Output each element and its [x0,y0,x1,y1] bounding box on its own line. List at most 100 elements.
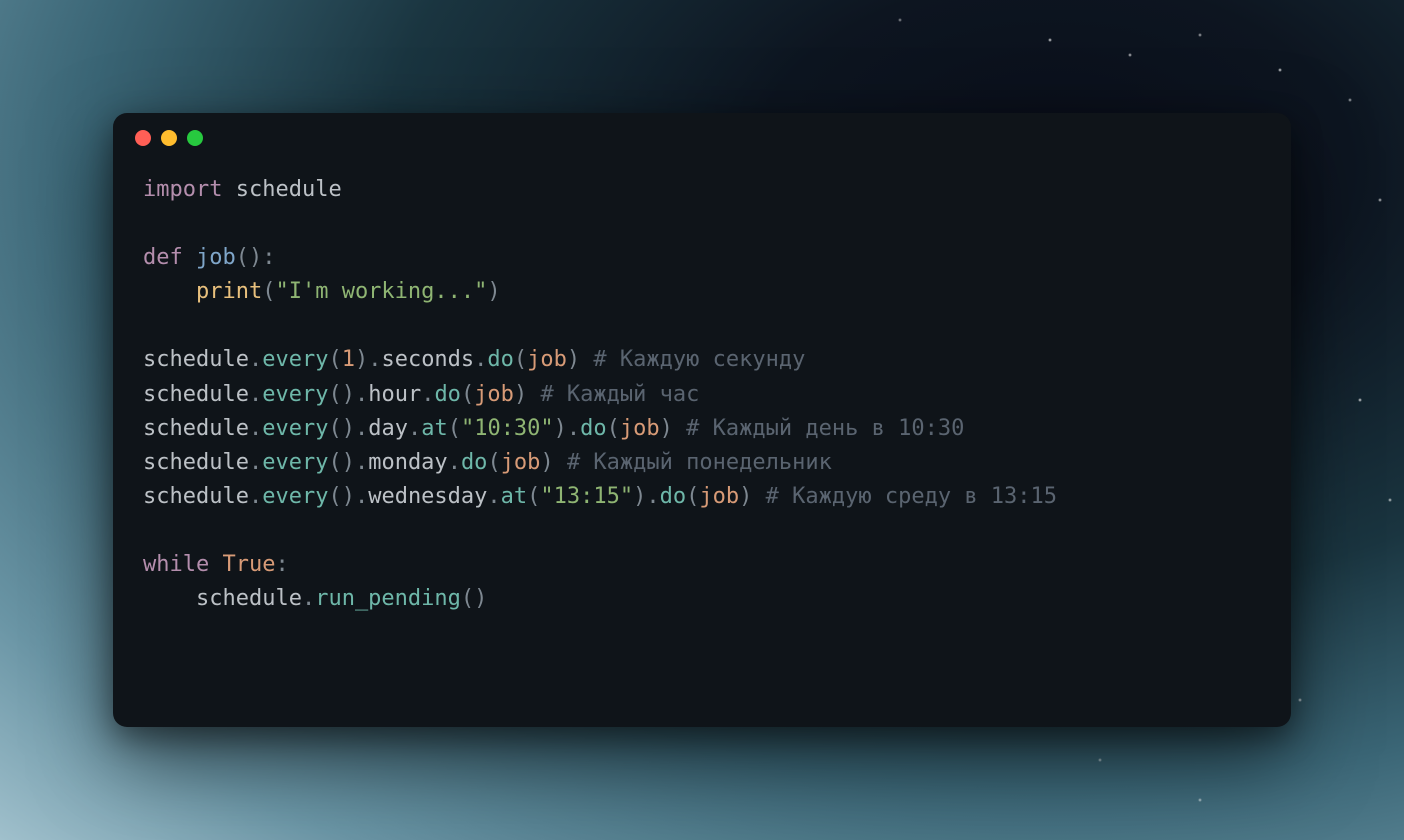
code-token-punct: . [355,382,368,407]
code-token-punct: . [487,484,500,509]
code-token-punct: ( [686,484,699,509]
code-token-call: at [501,484,528,509]
maximize-icon[interactable] [187,130,203,146]
code-token-punct: ( [328,484,341,509]
code-token-call: every [262,450,328,475]
code-token-ident: schedule [236,177,342,202]
code-token-call: every [262,347,328,372]
code-token-punct: . [249,450,262,475]
code-token-string: "I'm working..." [275,279,487,304]
code-token-keyword: import [143,177,222,202]
code-token-punct: ) [567,347,580,372]
code-token-punct: ( [607,416,620,441]
code-token-punct: ( [236,245,249,270]
code-token-punct: ) [739,484,752,509]
code-token-comment: # Каждую среду в 13:15 [766,484,1057,509]
code-token-call: do [461,450,488,475]
code-token-ident: schedule [196,586,302,611]
code-token-punct: . [302,586,315,611]
code-token-punct: ) [660,416,673,441]
titlebar [113,113,1291,163]
code-token-punct: ) [342,484,355,509]
code-token-punct: . [567,416,580,441]
code-token-punct: ) [540,450,553,475]
code-token-comment: # Каждую секунду [593,347,805,372]
code-token-punct: ) [474,586,487,611]
code-token-punct: ( [448,416,461,441]
code-token-punct: . [355,450,368,475]
code-token-ident: schedule [143,416,249,441]
code-token-punct: . [474,347,487,372]
code-token-deffn: job [196,245,236,270]
code-window: import schedule def job(): print("I'm wo… [113,113,1291,727]
code-token-punct: . [448,450,461,475]
code-token-ident: schedule [143,450,249,475]
close-icon[interactable] [135,130,151,146]
code-token-punct: : [262,245,275,270]
code-token-punct: ) [633,484,646,509]
code-token-call: do [434,382,461,407]
code-token-punct: ) [514,382,527,407]
code-token-punct: ( [328,347,341,372]
code-token-param: job [527,347,567,372]
code-token-ident: monday [368,450,447,475]
code-token-punct: ) [342,416,355,441]
code-token-string: "13:15" [540,484,633,509]
code-token-punct: ( [527,484,540,509]
code-token-number: 1 [342,347,355,372]
code-token-param: job [474,382,514,407]
code-token-keyword: while [143,552,209,577]
code-block: import schedule def job(): print("I'm wo… [113,163,1291,646]
code-token-string: "10:30" [461,416,554,441]
code-token-punct: ) [554,416,567,441]
code-token-comment: # Каждый понедельник [567,450,832,475]
code-token-call: every [262,416,328,441]
code-token-punct: : [275,552,288,577]
code-token-punct: ( [328,416,341,441]
code-token-ident: schedule [143,382,249,407]
code-token-punct: ( [461,586,474,611]
code-token-call: at [421,416,448,441]
code-token-punct: . [249,416,262,441]
code-token-call: every [262,484,328,509]
code-token-punct: . [368,347,381,372]
code-token-punct: . [249,382,262,407]
code-token-call: do [580,416,607,441]
code-token-punct: ( [328,450,341,475]
code-token-punct: ( [514,347,527,372]
code-token-param: job [699,484,739,509]
code-token-ident: hour [368,382,421,407]
code-token-builtin: print [196,279,262,304]
code-token-ident: schedule [143,484,249,509]
code-token-comment: # Каждый час [540,382,699,407]
code-token-punct: ) [342,382,355,407]
code-token-punct: ) [355,347,368,372]
code-token-const: True [222,552,275,577]
code-token-param: job [501,450,541,475]
code-token-comment: # Каждый день в 10:30 [686,416,964,441]
code-token-param: job [620,416,660,441]
code-token-punct: . [355,416,368,441]
code-token-keyword: def [143,245,183,270]
code-token-punct: ) [249,245,262,270]
code-token-ident: schedule [143,347,249,372]
code-token-ident: seconds [381,347,474,372]
code-token-punct: . [421,382,434,407]
code-token-punct: ) [342,450,355,475]
code-token-call: run_pending [315,586,461,611]
code-token-call: do [660,484,687,509]
code-token-punct: . [355,484,368,509]
code-token-punct: ( [461,382,474,407]
code-token-punct: ) [487,279,500,304]
code-token-punct: . [646,484,659,509]
code-token-punct: . [249,484,262,509]
code-token-punct: . [408,416,421,441]
code-token-punct: . [249,347,262,372]
code-token-punct: ( [487,450,500,475]
code-token-punct: ( [328,382,341,407]
code-token-punct: ( [262,279,275,304]
code-token-ident: day [368,416,408,441]
code-token-ident: wednesday [368,484,487,509]
code-token-call: do [487,347,514,372]
minimize-icon[interactable] [161,130,177,146]
